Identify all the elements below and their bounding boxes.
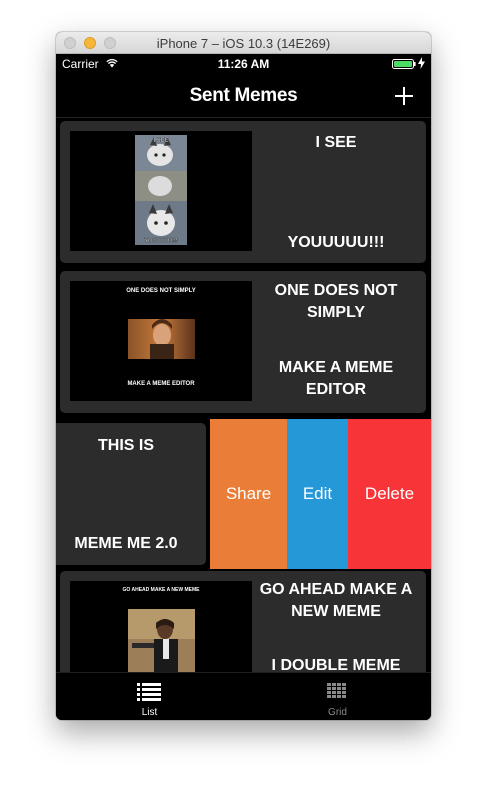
husky-meme-image: I SEE YOUUUUU!!! [135,135,187,245]
share-action-button[interactable]: Share [210,419,287,569]
boromir-meme-image: ONE DOES NOT SIMPLY MAKE A MEME EDITOR [126,288,195,387]
meme-top-text: I SEE [315,134,357,151]
meme-bottom-text: MEME ME 2.0 [74,535,178,552]
window-titlebar: iPhone 7 – iOS 10.3 (14E269) [56,32,431,54]
memes-table[interactable]: I SEE YOUUUUU!!! I SEE YOUUUUU!!! ONE DO… [56,119,431,672]
status-time: 11:26 AM [217,57,270,71]
charging-bolt-icon [418,57,425,69]
meme-thumbnail: ONE DOES NOT SIMPLY MAKE A MEME EDITOR [70,281,252,401]
meme-row[interactable]: GO AHEAD MAKE A NEW MEME GO AHEAD MAKE A… [60,571,426,672]
meme-row-swiped[interactable]: THIS IS MEME ME 2.0 Share Edit Delete [56,419,431,569]
list-icon [137,683,161,701]
meme-top-text: GO AHEAD MAKE A NEW MEME [259,581,413,620]
thumb-caption: MAKE A MEME EDITOR [127,381,195,387]
thumb-caption: GO AHEAD MAKE A NEW MEME [123,587,201,593]
add-meme-button[interactable] [392,84,416,108]
tab-list[interactable]: List [56,673,243,720]
delete-action-button[interactable]: Delete [348,419,431,569]
nav-title: Sent Memes [189,85,298,106]
battery-icon [392,59,416,69]
tab-grid[interactable]: Grid [244,673,431,720]
pulp-fiction-meme-image: GO AHEAD MAKE A NEW MEME [123,587,201,672]
grid-icon [327,683,346,698]
meme-top-text: THIS IS [97,437,154,454]
tab-label: Grid [328,707,347,718]
edit-action-button[interactable]: Edit [287,419,348,569]
meme-row-content[interactable]: THIS IS MEME ME 2.0 [56,423,206,565]
meme-row[interactable]: ONE DOES NOT SIMPLY MAKE A MEME EDITOR O… [60,271,426,413]
navigation-bar: Sent Memes [56,74,431,118]
tab-label: List [141,707,158,718]
meme-top-text: ONE DOES NOT SIMPLY [274,282,398,321]
status-bar: Carrier 11:26 AM [56,54,431,74]
thumb-caption: YOUUUUU!!! [144,238,177,244]
window-title: iPhone 7 – iOS 10.3 (14E269) [156,36,331,51]
meme-bottom-text: YOUUUUU!!! [287,234,385,251]
meme-bottom-text: MAKE A MEME EDITOR [278,359,394,398]
tab-bar: List Grid [56,672,431,720]
thumb-caption: ONE DOES NOT SIMPLY [126,288,195,294]
meme-thumbnail: GO AHEAD MAKE A NEW MEME [70,581,252,672]
simulator-window: iPhone 7 – iOS 10.3 (14E269) Carrier 11:… [56,32,431,720]
meme-row[interactable]: I SEE YOUUUUU!!! I SEE YOUUUUU!!! [60,121,426,263]
thumb-caption: I SEE [153,138,168,144]
phone-screen: Carrier 11:26 AM Sent Memes I SEE YOUUUU… [56,54,431,720]
meme-bottom-text: I DOUBLE MEME [271,657,401,672]
meme-thumbnail: I SEE YOUUUUU!!! [70,131,252,251]
